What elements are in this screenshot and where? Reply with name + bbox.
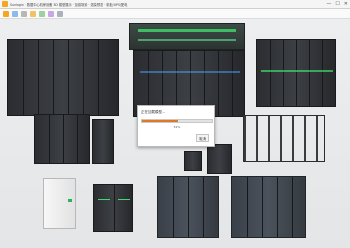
cancel-button[interactable]: 取消 bbox=[196, 134, 209, 142]
minimize-button[interactable]: — bbox=[326, 1, 331, 7]
distribution-cabinets[interactable] bbox=[34, 114, 90, 164]
cold-aisle-roof[interactable] bbox=[129, 23, 245, 50]
window-title: Sunlogin · 数据中心机房设备 3D 模型展示 · 加载场景 · 渲染预… bbox=[10, 2, 128, 7]
precision-air-conditioner[interactable] bbox=[43, 178, 76, 229]
battery-rack-group-b[interactable] bbox=[231, 176, 306, 238]
camera-icon[interactable] bbox=[48, 10, 54, 17]
battery-rack-group-a[interactable] bbox=[157, 176, 219, 238]
progress-fill bbox=[142, 120, 179, 122]
progress-percentage: 52% bbox=[173, 125, 181, 129]
grid-icon[interactable] bbox=[57, 10, 63, 17]
title-bar: Sunlogin · 数据中心机房设备 3D 模型展示 · 加载场景 · 渲染预… bbox=[0, 0, 350, 9]
open-frame-racks[interactable] bbox=[243, 115, 325, 162]
close-button[interactable]: ✕ bbox=[344, 1, 348, 7]
battery-cabinets[interactable] bbox=[93, 184, 133, 232]
server-rack-row-right[interactable] bbox=[256, 39, 336, 107]
loading-dialog: 正在加载模型... 52% 取消 bbox=[137, 105, 215, 147]
dialog-title: 正在加载模型... bbox=[141, 110, 166, 114]
network-cabinet[interactable] bbox=[92, 119, 114, 164]
app-logo-icon[interactable] bbox=[3, 10, 9, 17]
save-icon[interactable] bbox=[21, 10, 27, 17]
refresh-icon[interactable] bbox=[12, 10, 18, 17]
maximize-button[interactable]: ☐ bbox=[335, 1, 339, 7]
toolbar bbox=[0, 9, 350, 19]
server-rack-row-left[interactable] bbox=[7, 39, 119, 116]
small-cabinet[interactable] bbox=[184, 151, 202, 171]
progress-bar bbox=[141, 119, 213, 123]
layers-icon[interactable] bbox=[30, 10, 36, 17]
rotate-icon[interactable] bbox=[39, 10, 45, 17]
ups-cabinet[interactable] bbox=[207, 144, 232, 174]
app-logo-icon bbox=[2, 1, 8, 7]
